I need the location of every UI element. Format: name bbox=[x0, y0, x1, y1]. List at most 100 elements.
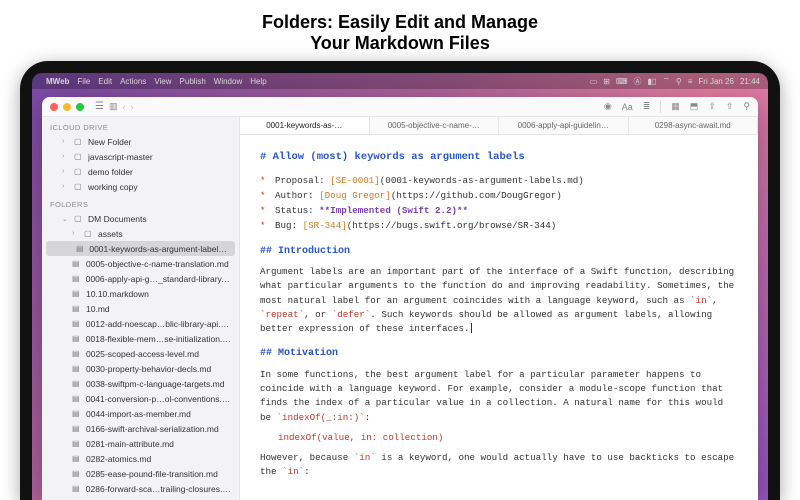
menu-edit[interactable]: Edit bbox=[98, 77, 112, 86]
sidebar-file-item[interactable]: ▤ 0286-forward-sca…trailing-closures.md bbox=[42, 481, 239, 496]
menubar-date[interactable]: Fri Jan 26 bbox=[698, 77, 734, 86]
app-name-menu[interactable]: MWeb bbox=[46, 77, 69, 86]
sidebar-file-item[interactable]: ▤0025-scoped-access-level.md bbox=[42, 346, 239, 361]
sidebar-item-label: working copy bbox=[88, 182, 138, 192]
outline-icon[interactable]: ≣ bbox=[643, 101, 651, 112]
status-wifi-icon[interactable]: ⌔ bbox=[662, 76, 670, 86]
sidebar-file-item[interactable]: ▤0044-import-as-member.md bbox=[42, 406, 239, 421]
status-search-icon[interactable]: ⚲ bbox=[676, 77, 682, 86]
app-window: ☰ ▥ ‹ › ◉ Aa ≣ ▦ ⬒ ⇪ ⇧ ⚲ ICLOUD D bbox=[42, 97, 758, 500]
status-input-icon[interactable]: ⌨︎ bbox=[616, 77, 628, 86]
intro-paragraph: Argument labels are an important part of… bbox=[260, 265, 738, 336]
sidebar-file-item[interactable]: ▤10.md bbox=[42, 301, 239, 316]
menu-actions[interactable]: Actions bbox=[120, 77, 146, 86]
window-titlebar: ☰ ▥ ‹ › ◉ Aa ≣ ▦ ⬒ ⇪ ⇧ ⚲ bbox=[42, 97, 758, 117]
folder-icon: ▢ bbox=[74, 152, 84, 161]
sidebar-icloud-item[interactable]: ›▢demo folder bbox=[42, 164, 239, 179]
sidebar-file-item[interactable]: ▤0038-swiftpm-c-language-targets.md bbox=[42, 376, 239, 391]
menu-window[interactable]: Window bbox=[214, 77, 242, 86]
status-layout-icon[interactable]: ▭ bbox=[590, 77, 598, 86]
sidebar-file-item[interactable]: ▤0281-main-attribute.md bbox=[42, 436, 239, 451]
status-lang-icon[interactable]: Ⓐ bbox=[634, 76, 642, 87]
sidebar-file-item[interactable]: ▤0005-objective-c-name-translation.md bbox=[42, 256, 239, 271]
status-display-icon[interactable]: ⊞ bbox=[603, 77, 610, 86]
sidebar-folder-root[interactable]: ⌄ ▢ DM Documents bbox=[42, 211, 239, 226]
sidebar-file-item[interactable]: ▤0001-keywords-as-argument-labels.md bbox=[46, 241, 235, 256]
sidebar-icloud-item[interactable]: ›▢javascript-master bbox=[42, 149, 239, 164]
search-icon[interactable]: ⚲ bbox=[743, 101, 750, 112]
file-icon: ▤ bbox=[72, 424, 82, 433]
sidebar-item-label: 0018-flexible-mem…se-initialization.md bbox=[86, 334, 231, 344]
code-sample: indexOf(value, in: collection) bbox=[278, 431, 738, 445]
meta-status: * Status: **Implemented (Swift 2.2)** bbox=[260, 204, 738, 218]
editor-layout-icon[interactable]: ▦ bbox=[671, 101, 680, 112]
bullet-star-icon: * bbox=[260, 190, 266, 201]
status-control-center-icon[interactable]: ≡ bbox=[688, 77, 693, 86]
sidebar-item-label: 0001-keywords-as-argument-labels.md bbox=[89, 244, 227, 254]
desktop-screen: MWeb File Edit Actions View Publish Wind… bbox=[32, 73, 768, 500]
tab-3[interactable]: 0298-async-await.md bbox=[629, 117, 759, 134]
sidebar-item-label: 0030-property-behavior-decls.md bbox=[86, 364, 211, 374]
sidebar-file-item[interactable]: ▤ 10.10.markdown bbox=[42, 286, 239, 301]
sidebar-file-item[interactable]: ▤ 0166-swift-archival-serialization.md bbox=[42, 421, 239, 436]
tab-1[interactable]: 0005-objective-c-name-… bbox=[370, 117, 500, 134]
sidebar-item-label: assets bbox=[98, 229, 123, 239]
sidebar-item-label: 0286-forward-sca…trailing-closures.md bbox=[86, 484, 231, 494]
sidebar-item-label: 10.10.markdown bbox=[86, 289, 149, 299]
sidebar-icloud-item[interactable]: ›▢New Folder bbox=[42, 134, 239, 149]
file-icon: ▤ bbox=[72, 259, 82, 268]
file-icon: ▤ bbox=[72, 484, 82, 493]
sidebar-item-label: 10.md bbox=[86, 304, 110, 314]
chevron-right-icon: › bbox=[62, 183, 70, 190]
sidebar-file-item[interactable]: ▤0012-add-noescap…blic-library-api.md bbox=[42, 316, 239, 331]
sidebar-file-item[interactable]: ▤0041-conversion-p…ol-conventions.md bbox=[42, 391, 239, 406]
sidebar-file-item[interactable]: ▤0030-property-behavior-decls.md bbox=[42, 361, 239, 376]
preview-eye-icon[interactable]: ◉ bbox=[604, 101, 612, 112]
close-window-icon[interactable] bbox=[50, 103, 58, 111]
minimize-window-icon[interactable] bbox=[63, 103, 71, 111]
sidebar-icloud-item[interactable]: › ▢ working copy bbox=[42, 179, 239, 194]
laptop-frame: MWeb File Edit Actions View Publish Wind… bbox=[20, 61, 780, 500]
sidebar-file-item[interactable]: ▤0018-flexible-mem…se-initialization.md bbox=[42, 331, 239, 346]
menu-file[interactable]: File bbox=[77, 77, 90, 86]
file-icon: ▤ bbox=[72, 289, 82, 298]
sidebar-file-item[interactable]: ▤0288-binaryinteger-ispower.md bbox=[42, 496, 239, 500]
sidebar-item-label: 0281-main-attribute.md bbox=[86, 439, 174, 449]
bullet-star-icon: * bbox=[260, 175, 266, 186]
sidebar-folder-assets[interactable]: › ▢ assets bbox=[42, 226, 239, 241]
sidebar-item-label: 0006-apply-api-g…_standard-library.md bbox=[86, 274, 231, 284]
file-icon: ▤ bbox=[72, 349, 82, 358]
chevron-right-icon: › bbox=[62, 153, 70, 160]
menu-view[interactable]: View bbox=[154, 77, 171, 86]
toolbar-separator bbox=[660, 101, 661, 113]
markdown-editor[interactable]: # Allow (most) keywords as argument labe… bbox=[240, 135, 758, 500]
sidebar-file-item[interactable]: ▤0282-atomics.md bbox=[42, 451, 239, 466]
sidebar-item-label: 0166-swift-archival-serialization.md bbox=[86, 424, 219, 434]
doc-h2-motivation: ## Motivation bbox=[260, 346, 738, 362]
sidebar-toggle-icon[interactable]: ☰ bbox=[95, 101, 104, 112]
chevron-left-icon[interactable]: ‹ bbox=[122, 102, 125, 112]
export-icon[interactable]: ⇪ bbox=[708, 101, 716, 112]
share-icon[interactable]: ⇧ bbox=[726, 101, 734, 112]
folder-icon: ▢ bbox=[74, 137, 84, 146]
sidebar-file-item[interactable]: ▤0285-ease-pound-file-transition.md bbox=[42, 466, 239, 481]
menubar-time[interactable]: 21:44 bbox=[740, 77, 760, 86]
menu-publish[interactable]: Publish bbox=[180, 77, 206, 86]
chevron-right-icon: › bbox=[62, 138, 70, 145]
font-size-control[interactable]: Aa bbox=[622, 102, 633, 112]
chevron-right-icon: › bbox=[72, 230, 80, 237]
chevron-right-icon[interactable]: › bbox=[130, 102, 133, 112]
status-battery-icon[interactable]: ▮▯ bbox=[648, 77, 657, 86]
folder-icon: ▢ bbox=[74, 182, 84, 191]
sidebar-item-label: DM Documents bbox=[88, 214, 147, 224]
sidebar-item-label: 0012-add-noescap…blic-library-api.md bbox=[86, 319, 231, 329]
text-caret bbox=[470, 323, 472, 334]
menu-help[interactable]: Help bbox=[250, 77, 266, 86]
tab-2[interactable]: 0006-apply-api-guidelin… bbox=[499, 117, 629, 134]
page-column-icon[interactable]: ▥ bbox=[109, 101, 118, 112]
tab-0[interactable]: 0001-keywords-as-… bbox=[240, 117, 370, 134]
zoom-window-icon[interactable] bbox=[76, 103, 84, 111]
style-icon[interactable]: ⬒ bbox=[690, 101, 699, 112]
window-traffic-lights bbox=[50, 103, 84, 111]
sidebar-file-item[interactable]: ▤0006-apply-api-g…_standard-library.md bbox=[42, 271, 239, 286]
